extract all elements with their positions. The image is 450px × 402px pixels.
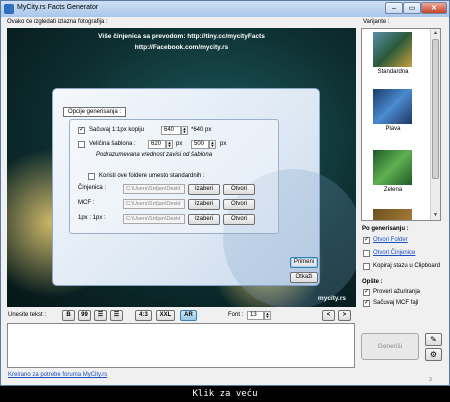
choose-folder-button[interactable]: Izaberi xyxy=(188,199,220,210)
font-label: Font : xyxy=(228,312,244,318)
forum-link[interactable]: Kreirano za potrebe foruma MyCity.rs xyxy=(8,372,107,378)
app-icon xyxy=(4,4,14,14)
general-label: Opšte : xyxy=(362,279,383,285)
folder-row-label: MCF : xyxy=(78,200,95,206)
width-spinner[interactable]: ▲ ▼ xyxy=(166,140,173,149)
gear-icon: ⚙ xyxy=(429,350,438,359)
pen-icon: ✎ xyxy=(430,335,437,344)
app-window: MyCity.rs Facts Generator – ▭ ✕ Ovako će… xyxy=(0,0,450,386)
height-spinner[interactable]: ▲ ▼ xyxy=(209,140,216,149)
save-1to1-label: Sačuvaj 1:1px kopiju xyxy=(89,127,145,133)
after-generate-label: Po generisanju : xyxy=(362,226,409,232)
click-to-enlarge-caption[interactable]: Klik za veću xyxy=(0,386,450,402)
save-1to1-hint: *640 px xyxy=(191,127,212,133)
folder-row-label: Činjenica : xyxy=(78,185,107,191)
choose-folder-button[interactable]: Izaberi xyxy=(188,214,220,225)
template-size-label: Veličina šablona : xyxy=(89,141,136,147)
options-dialog: Opcije generisanja : ✓ Sačuvaj 1:1px kop… xyxy=(52,88,356,307)
scroll-up-icon[interactable]: ▲ xyxy=(431,29,440,38)
choose-folder-button[interactable]: Izaberi xyxy=(188,184,220,195)
check-updates-label: Proveri ažuriranja xyxy=(373,289,421,295)
options-group: ✓ Sačuvaj 1:1px kopiju 640 ▲ ▼ *640 px Ve… xyxy=(69,119,279,234)
variant-thumbnail[interactable] xyxy=(373,32,412,67)
save-mcf-checkbox[interactable]: ✓ xyxy=(363,300,370,307)
open-folder-checkbox[interactable]: ✓ xyxy=(363,237,370,244)
ratio-4-3-button[interactable]: 4:3 xyxy=(135,310,152,321)
next-button[interactable]: > xyxy=(338,310,351,321)
folder-path-input[interactable]: C:\Users\Srdjan\Deskt xyxy=(123,199,185,209)
save-1to1-input[interactable]: 640 xyxy=(161,126,181,135)
output-preview: Više činjenica sa prevodom: http://tiny.… xyxy=(7,28,356,307)
variant-name[interactable]: Plava xyxy=(362,126,424,132)
generate-button[interactable]: Generiši xyxy=(361,333,419,360)
folder-path-input[interactable]: C:\Users\Srdjan\Deskt xyxy=(123,184,185,194)
variant-thumbnail[interactable] xyxy=(373,209,412,220)
open-folder-button[interactable]: Otvori xyxy=(223,214,255,225)
brand-watermark: mycity.rs xyxy=(317,295,346,302)
open-folder-link[interactable]: Otvori Folder xyxy=(373,237,408,243)
open-fact-checkbox[interactable] xyxy=(363,250,370,257)
options-tab[interactable]: Opcije generisanja : xyxy=(63,107,127,117)
copy-path-label: Kopiraj stazu u Clipboard xyxy=(373,263,441,269)
text-input-label: Unesite tekst : xyxy=(8,312,47,318)
save-mcf-label: Sačuvaj MCF fajl xyxy=(373,300,419,306)
maximize-button[interactable]: ▭ xyxy=(403,2,421,14)
height-input[interactable]: 500 xyxy=(191,140,209,149)
height-unit: px xyxy=(220,141,227,147)
fact-text-input[interactable] xyxy=(7,323,355,368)
align-justify-button[interactable]: ☰ xyxy=(110,310,123,321)
variant-thumbnail[interactable] xyxy=(373,89,412,124)
scroll-down-icon[interactable]: ▼ xyxy=(431,211,440,220)
use-folders-label: Koristi ove foldere umesto standardnih : xyxy=(99,173,205,179)
close-button[interactable]: ✕ xyxy=(421,2,447,14)
bold-button[interactable]: B xyxy=(62,310,75,321)
variants-list[interactable]: Standardna Plava Zelena ▲ ▼ xyxy=(361,28,441,221)
open-folder-button[interactable]: Otvori xyxy=(223,199,255,210)
use-folders-checkbox[interactable] xyxy=(88,173,95,180)
preview-label: Ovako će izgledati izlazna fotografija : xyxy=(7,19,108,25)
check-updates-checkbox[interactable]: ✓ xyxy=(363,289,370,296)
folder-row-label: 1px : 1px : xyxy=(78,215,106,221)
width-input[interactable]: 620 xyxy=(148,140,166,149)
save-1to1-checkbox[interactable]: ✓ xyxy=(78,127,85,134)
folder-path-input[interactable]: C:\Users\Srdjan\Deskt xyxy=(123,214,185,224)
window-title: MyCity.rs Facts Generator xyxy=(17,4,99,11)
font-size-spinner[interactable]: ▲ ▼ xyxy=(264,311,271,320)
apply-button[interactable]: Primeni xyxy=(290,257,318,268)
preview-caption-line1: Više činjenica sa prevodom: http://tiny.… xyxy=(98,33,265,40)
save-1to1-spinner[interactable]: ▲ ▼ xyxy=(181,126,188,135)
prev-button[interactable]: < xyxy=(322,310,335,321)
default-note: Podrazumevana vrednost zavisi od šablona xyxy=(96,152,213,158)
width-unit: px xyxy=(176,141,183,147)
align-left-icon: ☰ xyxy=(97,312,104,318)
settings-button[interactable]: ⚙ xyxy=(425,348,442,361)
preview-caption-line2: http://Facebook.com/mycity.rs xyxy=(134,44,229,51)
cancel-button[interactable]: Otkaži xyxy=(290,272,318,283)
copy-path-checkbox[interactable] xyxy=(363,263,370,270)
variant-name[interactable]: Zelena xyxy=(362,187,424,193)
minimize-button[interactable]: – xyxy=(385,2,403,14)
edit-button[interactable]: ✎ xyxy=(425,333,442,346)
align-justify-icon: ☰ xyxy=(113,312,120,318)
template-size-checkbox[interactable] xyxy=(78,141,85,148)
variants-scrollbar[interactable]: ▲ ▼ xyxy=(430,29,440,220)
align-left-button[interactable]: ☰ xyxy=(94,310,107,321)
variants-label: Varijante : xyxy=(363,19,390,25)
status-number: 3 xyxy=(429,377,432,383)
open-folder-button[interactable]: Otvori xyxy=(223,184,255,195)
variant-thumbnail[interactable] xyxy=(373,150,412,185)
scroll-thumb[interactable] xyxy=(432,39,439,179)
variant-name[interactable]: Standardna xyxy=(362,69,424,75)
xxl-button[interactable]: XXL xyxy=(156,310,175,321)
title-bar: MyCity.rs Facts Generator – ▭ ✕ xyxy=(1,1,449,17)
ar-button[interactable]: AR xyxy=(180,310,197,321)
quote-button[interactable]: 99 xyxy=(78,310,91,321)
open-fact-link[interactable]: Otvori Činjenice xyxy=(373,250,415,256)
font-size-input[interactable]: 13 xyxy=(247,311,264,320)
